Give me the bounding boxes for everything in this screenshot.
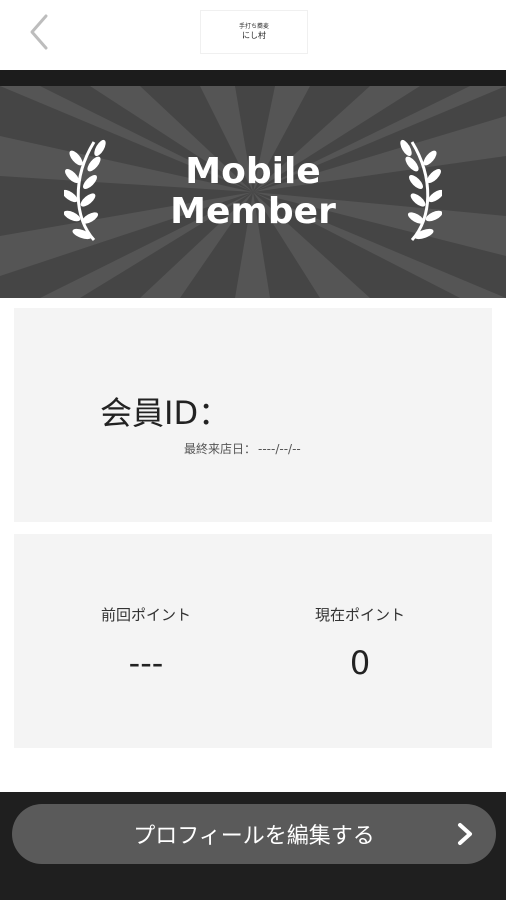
store-logo: 手打ち蕎麦 にし村 (200, 10, 308, 54)
member-card (14, 308, 492, 522)
chevron-left-icon (30, 14, 48, 50)
last-visit-value: ----/--/-- (258, 442, 301, 456)
logo-line2: にし村 (242, 31, 266, 40)
banner-title: Mobile Member (0, 152, 506, 232)
back-button[interactable] (22, 12, 56, 52)
edit-profile-label: プロフィールを編集する (133, 824, 375, 849)
last-visit-label: 最終来店日： (184, 442, 257, 456)
edit-profile-button[interactable]: プロフィールを編集する (12, 804, 496, 864)
last-visit: 最終来店日： ----/--/-- (184, 440, 303, 457)
previous-points-label: 前回ポイント (100, 606, 191, 624)
header-divider (0, 70, 506, 86)
member-id-label: 会員ID： (100, 394, 231, 432)
points-card (14, 534, 492, 748)
current-points-label: 現在ポイント (314, 606, 405, 624)
previous-points-value: --- (128, 644, 164, 682)
logo-line1: 手打ち蕎麦 (238, 23, 269, 30)
current-points-value: 0 (349, 644, 371, 682)
banner-title-line2: Member (170, 191, 336, 232)
banner-title-line1: Mobile (185, 151, 321, 192)
app-header: 手打ち蕎麦 にし村 (0, 0, 506, 70)
chevron-right-icon (458, 823, 472, 845)
